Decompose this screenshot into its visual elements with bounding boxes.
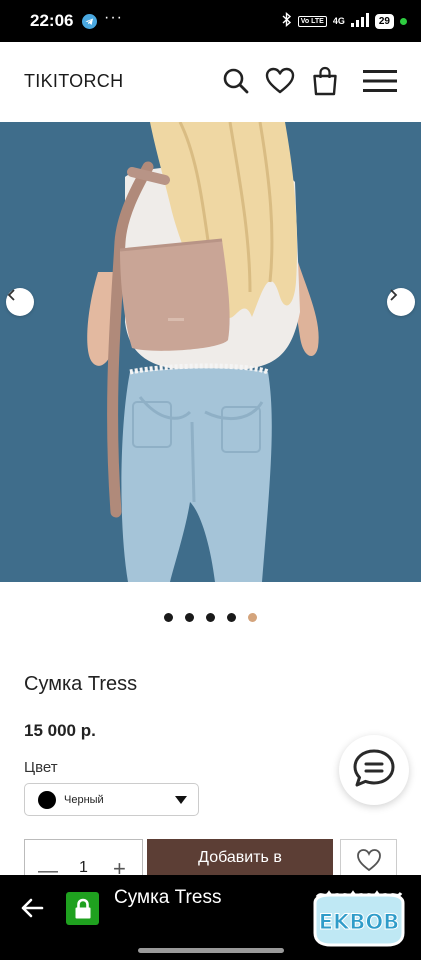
bag-icon[interactable] <box>308 64 342 98</box>
menu-icon[interactable] <box>363 64 397 98</box>
status-time: 22:06 <box>30 11 74 30</box>
product-photo <box>0 122 421 582</box>
watermark-text: EKBOB <box>319 910 399 934</box>
gallery-dot-active[interactable] <box>248 613 257 622</box>
lock-icon[interactable] <box>66 892 99 925</box>
chat-icon <box>352 748 396 793</box>
add-to-wishlist-button[interactable] <box>340 839 397 879</box>
color-label: Цвет <box>24 759 58 776</box>
gallery-next-button[interactable] <box>387 288 415 316</box>
volte-badge: Vo LTE <box>297 15 327 27</box>
gallery-prev-button[interactable] <box>6 288 34 316</box>
signal-icon <box>350 12 369 30</box>
gallery-dot[interactable] <box>185 613 194 622</box>
site-header: TIKITORCH <box>0 42 421 122</box>
color-swatch <box>38 791 56 809</box>
gallery-dot[interactable] <box>164 613 173 622</box>
product-price: 15 000 р. <box>24 721 96 740</box>
color-select-value: Черный <box>64 794 104 806</box>
heart-icon <box>356 848 382 877</box>
search-icon[interactable] <box>219 64 253 98</box>
product-gallery[interactable] <box>0 122 421 582</box>
chevron-down-icon <box>175 796 187 804</box>
site-logo[interactable]: TIKITORCH <box>24 71 123 92</box>
back-arrow-icon[interactable] <box>20 898 44 923</box>
gallery-dot[interactable] <box>227 613 236 622</box>
heart-icon[interactable] <box>263 64 297 98</box>
gallery-pagination <box>164 613 257 622</box>
color-select[interactable]: Черный <box>24 783 199 816</box>
status-bar: 22:06 ··· Vo LTE 4G 29 <box>0 0 421 42</box>
gallery-dot[interactable] <box>206 613 215 622</box>
status-indicators: Vo LTE 4G 29 <box>282 11 407 30</box>
network-type: 4G <box>332 16 345 26</box>
chat-button[interactable] <box>339 735 409 805</box>
add-to-cart-button[interactable]: Добавить в <box>147 839 333 879</box>
browser-tab-title[interactable]: Сумка Tress <box>114 887 221 909</box>
telegram-icon <box>82 14 97 29</box>
privacy-indicator-dot <box>400 17 407 25</box>
bluetooth-icon <box>282 11 292 30</box>
home-indicator[interactable] <box>138 948 284 953</box>
quantity-stepper: — 1 + <box>24 839 143 881</box>
product-title: Сумка Tress <box>24 673 138 695</box>
watermark-logo: EKBOB <box>311 887 407 951</box>
battery-level: 29 <box>374 13 394 29</box>
more-notifications-icon: ··· <box>104 9 123 26</box>
